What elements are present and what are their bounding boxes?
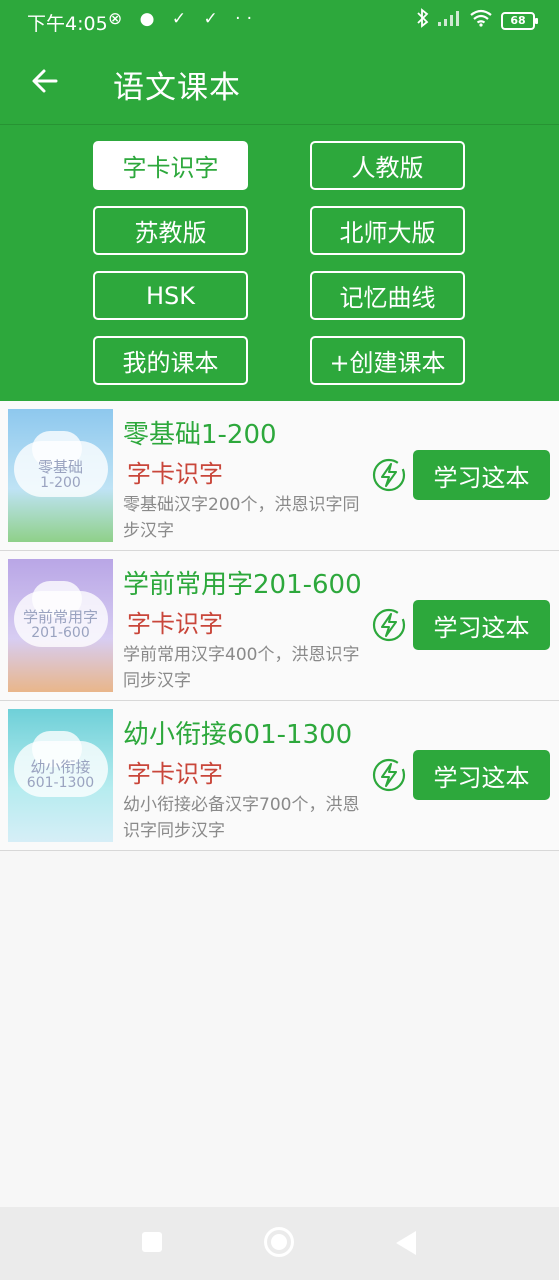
status-bar: 下午4:05 ⊗ ● ✓ ✓ ·· 68 <box>0 0 559 44</box>
lightning-icon[interactable] <box>371 457 407 493</box>
book-tag: 字卡识字 <box>127 610 223 638</box>
recent-apps-icon[interactable] <box>142 1232 162 1252</box>
back-arrow-icon[interactable] <box>28 64 62 98</box>
tag-zika-shizi[interactable]: 字卡识字 <box>93 141 248 190</box>
notification-icons: ⊗ ● ✓ ✓ ·· <box>108 9 258 29</box>
book-card[interactable]: 幼小衔接 601-1300 幼小衔接601-1300 字卡识字 幼小衔接必备汉字… <box>0 701 559 851</box>
learn-this-button[interactable]: 学习这本 <box>413 600 550 650</box>
lightning-icon[interactable] <box>371 757 407 793</box>
book-card[interactable]: 零基础 1-200 零基础1-200 字卡识字 零基础汉字200个，洪恩识字同步… <box>0 401 559 551</box>
signal-icon <box>437 9 461 32</box>
page-title: 语文课本 <box>113 70 241 106</box>
book-cover-image: 学前常用字 201-600 <box>8 559 113 692</box>
cover-title: 零基础 <box>37 458 83 476</box>
tag-memory-curve[interactable]: 记忆曲线 <box>310 271 465 320</box>
status-time: 下午4:05 <box>27 13 108 35</box>
tag-create-textbook[interactable]: +创建课本 <box>310 336 465 385</box>
category-panel: 字卡识字 人教版 苏教版 北师大版 HSK 记忆曲线 我的课本 +创建课本 <box>0 124 559 401</box>
tag-hsk[interactable]: HSK <box>93 271 248 320</box>
book-title: 学前常用字201-600 <box>123 570 362 600</box>
book-title: 零基础1-200 <box>123 420 277 450</box>
cover-title: 学前常用字 <box>22 608 98 626</box>
tag-renjiao[interactable]: 人教版 <box>310 141 465 190</box>
cover-range: 601-1300 <box>26 775 95 791</box>
book-description: 零基础汉字200个，洪恩识字同步汉字 <box>123 495 360 541</box>
wifi-icon <box>469 9 493 32</box>
cover-range: 1-200 <box>40 475 81 491</box>
tag-beishida[interactable]: 北师大版 <box>310 206 465 255</box>
book-cover-image: 幼小衔接 601-1300 <box>8 709 113 842</box>
learn-this-button[interactable]: 学习这本 <box>413 450 550 500</box>
book-title: 幼小衔接601-1300 <box>123 720 353 750</box>
battery-icon: 68 <box>501 11 538 30</box>
home-icon[interactable] <box>264 1227 294 1257</box>
system-icons: 68 <box>417 8 538 33</box>
cover-range: 201-600 <box>31 625 90 641</box>
system-nav-bar <box>0 1207 559 1280</box>
lightning-icon[interactable] <box>371 607 407 643</box>
back-triangle-icon[interactable] <box>396 1231 416 1255</box>
book-tag: 字卡识字 <box>127 460 223 488</box>
book-description: 学前常用汉字400个，洪恩识字同步汉字 <box>123 645 360 691</box>
learn-this-button[interactable]: 学习这本 <box>413 750 550 800</box>
book-card[interactable]: 学前常用字 201-600 学前常用字201-600 字卡识字 学前常用汉字40… <box>0 551 559 701</box>
cover-title: 幼小衔接 <box>30 758 91 776</box>
bluetooth-icon <box>417 8 429 33</box>
tag-my-textbooks[interactable]: 我的课本 <box>93 336 248 385</box>
tag-sujiao[interactable]: 苏教版 <box>93 206 248 255</box>
book-description: 幼小衔接必备汉字700个，洪恩识字同步汉字 <box>123 795 360 841</box>
app-bar: 语文课本 <box>0 44 559 124</box>
book-cover-image: 零基础 1-200 <box>8 409 113 542</box>
book-tag: 字卡识字 <box>127 760 223 788</box>
